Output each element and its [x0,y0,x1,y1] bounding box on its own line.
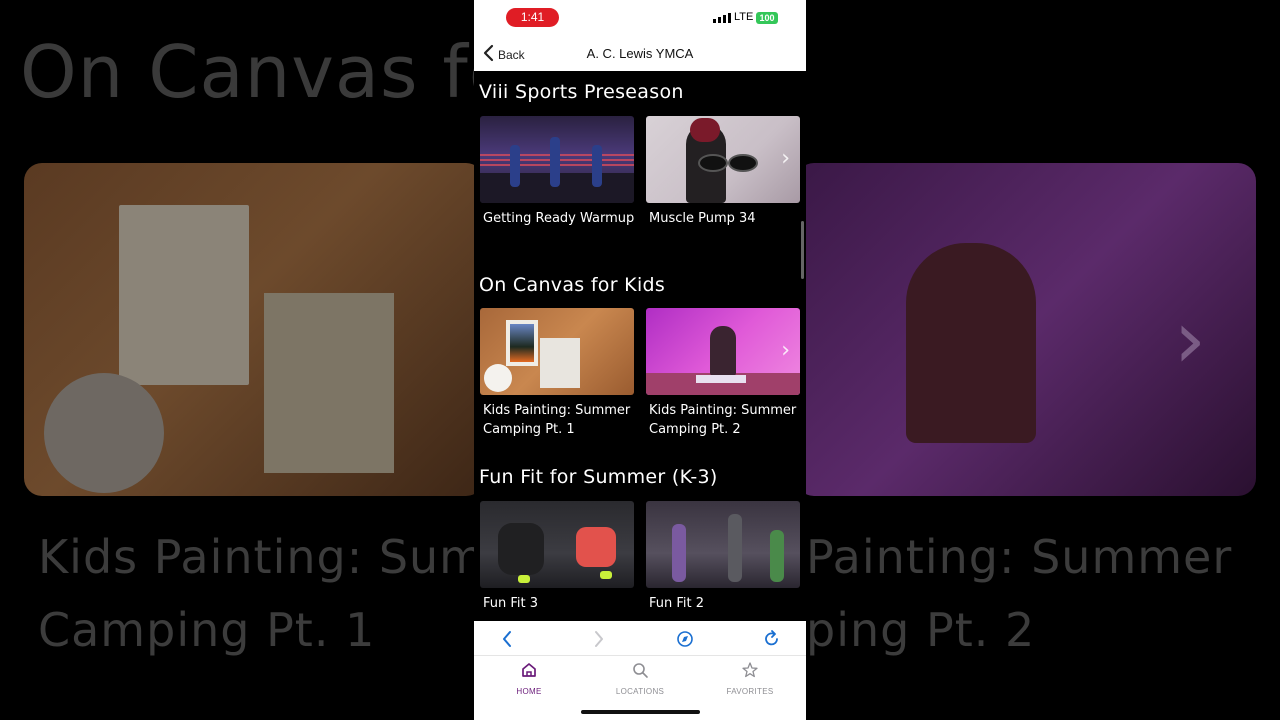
video-title[interactable]: Fun Fit 3 [483,594,635,613]
cellular-signal-icon [713,13,731,23]
backdrop-title: On Canvas fo [20,30,514,114]
phone-screen: 1:41 LTE 100 Back A. C. Lewis YMCA Viii … [474,0,806,720]
home-indicator[interactable] [581,710,700,714]
content-scroll[interactable]: Viii Sports Preseason Getting Ready Warm… [474,71,806,621]
bottom-toolbar: HOME LOCATIONS FAVORITES [474,621,806,720]
reload-button[interactable] [761,629,783,649]
video-title[interactable]: Muscle Pump 34 [649,209,801,228]
tab-favorites-label: FAVORITES [726,687,774,696]
video-card[interactable]: Fun Fit 2 [646,501,800,613]
open-in-browser-button[interactable] [674,629,696,649]
video-card[interactable]: › Kids Painting: Summer Camping Pt. 2 [646,308,800,439]
backdrop-caption-left-line1: Kids Painting: Sum [38,530,485,584]
browser-back-button[interactable] [497,629,519,649]
video-title[interactable]: Fun Fit 2 [649,594,801,613]
reload-icon [765,630,778,646]
backdrop-caption-right-line2: ping Pt. 2 [806,603,1036,657]
video-thumbnail[interactable] [480,501,634,588]
video-card[interactable]: Getting Ready Warmup [480,116,634,228]
section-title-sports: Viii Sports Preseason [479,81,684,103]
video-thumbnail[interactable] [480,308,634,395]
section-title-fun-fit: Fun Fit for Summer (K-3) [479,466,718,488]
video-title[interactable]: Kids Painting: Summer Camping Pt. 1 [483,401,635,439]
chevron-right-icon[interactable]: › [781,146,790,171]
tab-home[interactable]: HOME [489,661,569,696]
tab-locations-label: LOCATIONS [615,687,665,696]
video-thumbnail[interactable]: › [646,308,800,395]
chevron-right-icon [595,631,603,647]
home-icon [522,663,536,677]
video-card[interactable]: Fun Fit 3 [480,501,634,613]
status-bar: 1:41 LTE 100 [474,0,806,38]
navigation-bar: Back A. C. Lewis YMCA [474,38,806,71]
section-title-canvas: On Canvas for Kids [479,274,666,296]
backdrop-caption-right-line1: Painting: Summer [806,530,1233,584]
chevron-right-icon: › [1174,293,1206,386]
backdrop-thumbnail-right: › [796,163,1256,496]
tab-home-label: HOME [516,687,542,696]
tab-locations[interactable]: LOCATIONS [600,661,680,696]
status-time[interactable]: 1:41 [506,8,559,27]
video-thumbnail[interactable]: › [646,116,800,203]
scroll-indicator[interactable] [801,221,804,279]
star-icon [742,662,758,678]
chevron-right-icon[interactable]: › [781,338,790,363]
backdrop-thumbnail-left [24,163,484,496]
battery-icon: 100 [756,12,778,24]
video-title[interactable]: Kids Painting: Summer Camping Pt. 2 [649,401,801,439]
video-card[interactable]: Kids Painting: Summer Camping Pt. 1 [480,308,634,439]
search-icon [633,663,648,678]
page-title: A. C. Lewis YMCA [586,46,694,61]
compass-icon [677,631,693,647]
browser-forward-button[interactable] [587,629,609,649]
video-thumbnail[interactable] [480,116,634,203]
backdrop-caption-left-line2: Camping Pt. 1 [38,603,376,657]
network-type: LTE [734,11,754,23]
video-thumbnail[interactable] [646,501,800,588]
video-card[interactable]: › Muscle Pump 34 [646,116,800,228]
browser-controls [474,621,806,656]
chevron-left-icon [503,631,511,647]
tab-favorites[interactable]: FAVORITES [710,661,790,696]
video-title[interactable]: Getting Ready Warmup [483,209,635,228]
